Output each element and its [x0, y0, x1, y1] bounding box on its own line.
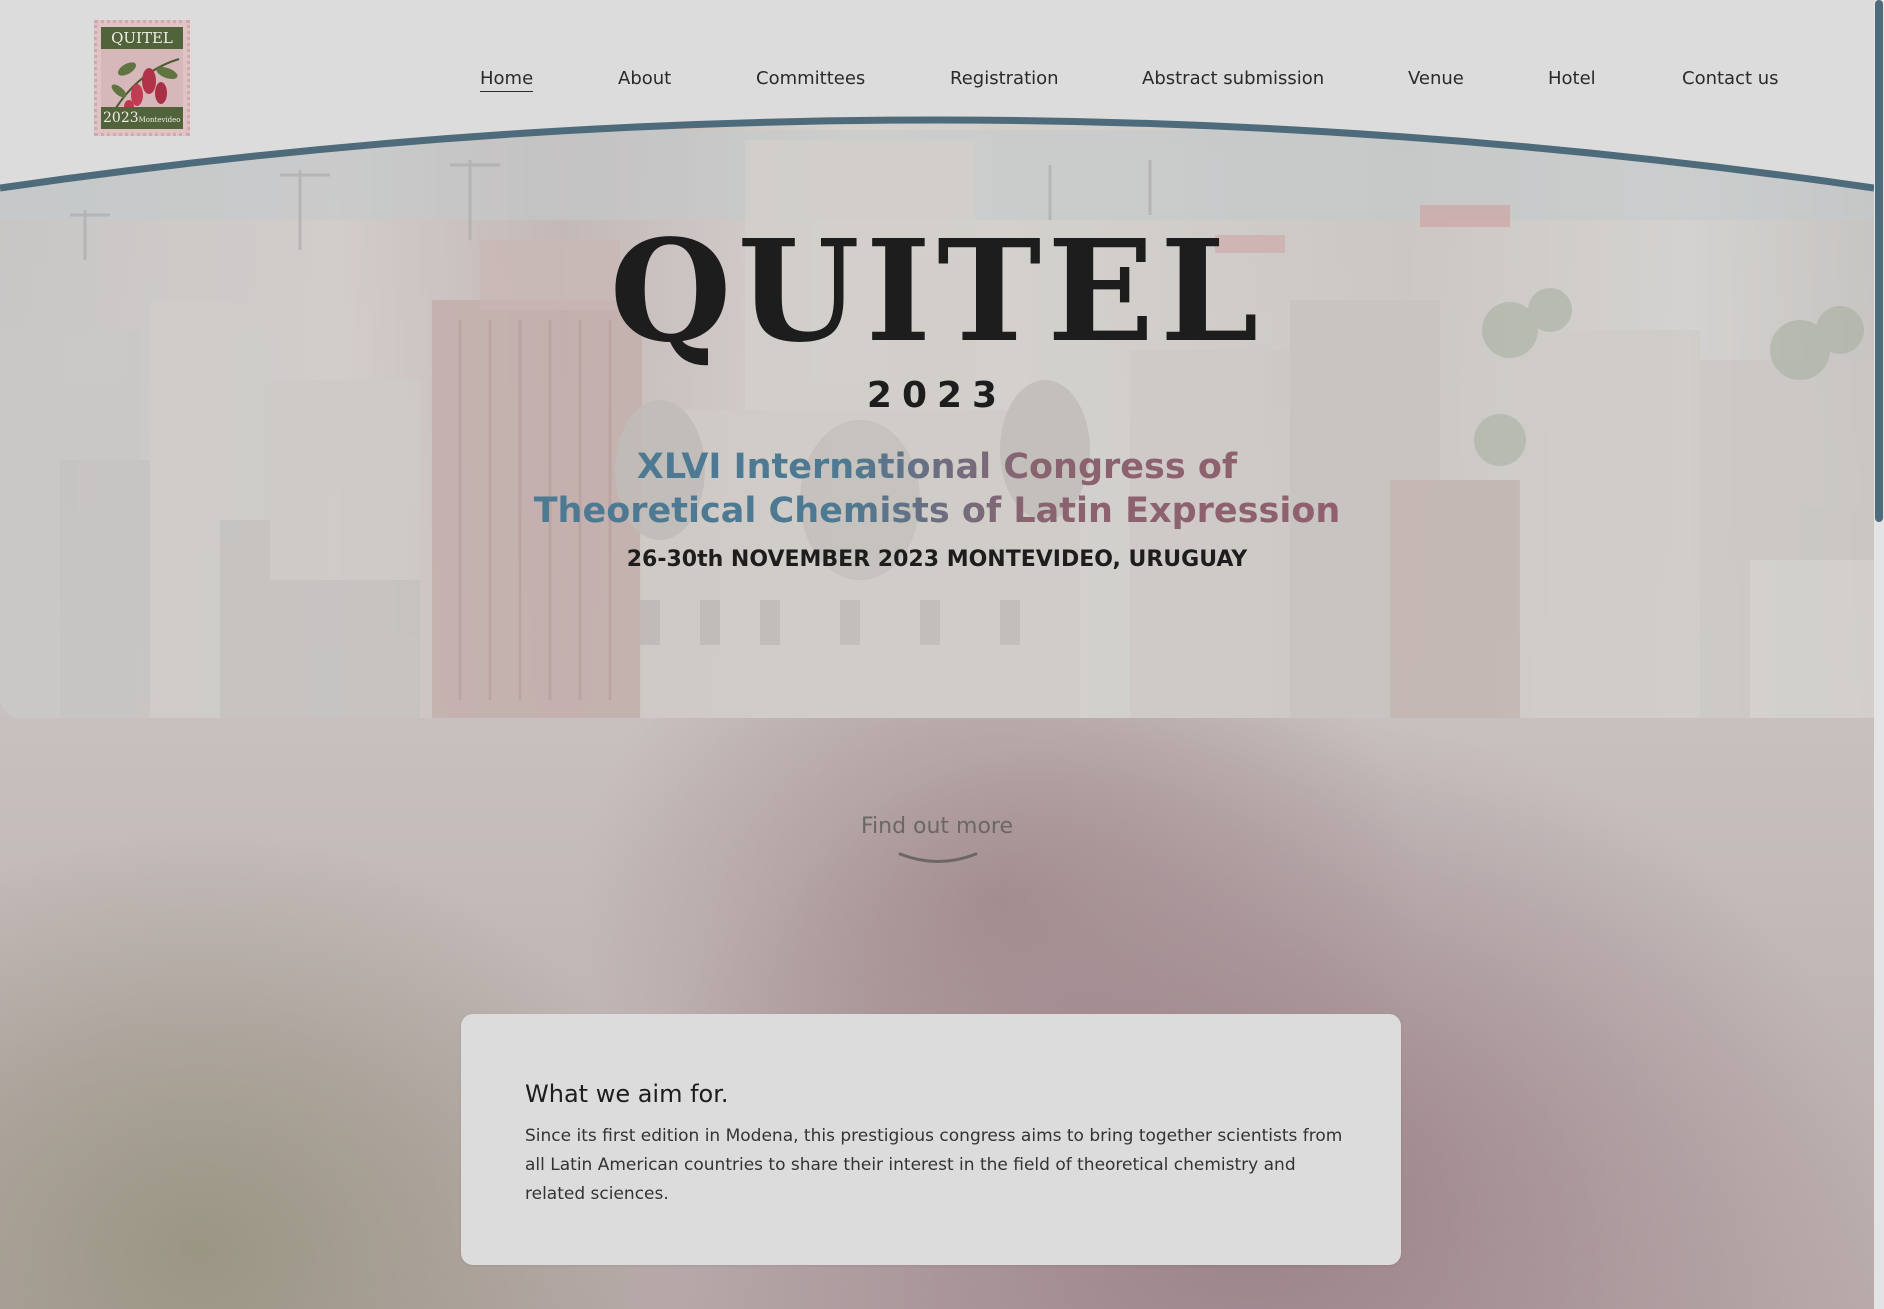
logo-title: QUITEL — [101, 27, 183, 49]
hero-date-location: 26-30th NOVEMBER 2023 MONTEVIDEO, URUGUA… — [626, 547, 1248, 572]
quitel-logo-stamp[interactable]: QUITEL 2023Montevideo — [94, 20, 190, 136]
hero-year: 2023 — [866, 375, 1008, 416]
aim-card-title: What we aim for. — [525, 1080, 729, 1108]
page-scrollbar[interactable] — [1874, 0, 1884, 1309]
logo-footer: 2023Montevideo — [101, 107, 183, 129]
logo-year: 2023 — [103, 110, 139, 126]
nav-home[interactable]: Home — [480, 68, 534, 92]
ceibo-flower-icon — [111, 58, 180, 114]
nav-about[interactable]: About — [618, 68, 671, 89]
hero-subtitle-line2: Theoretical Chemists of Latin Expression — [533, 491, 1341, 531]
find-out-more-link[interactable]: Find out more — [0, 814, 1874, 839]
hero-title: QUITEL — [609, 210, 1265, 374]
scrollbar-thumb[interactable] — [1875, 0, 1883, 522]
hero-subtitle-line1: XLVI International Congress of — [636, 447, 1238, 487]
nav-contact-us[interactable]: Contact us — [1682, 68, 1779, 89]
aim-card-body: Since its first edition in Modena, this … — [525, 1126, 1343, 1204]
find-out-more-label: Find out more — [860, 814, 1014, 839]
nav-abstract-submission[interactable]: Abstract submission — [1142, 68, 1324, 89]
nav-committees[interactable]: Committees — [756, 68, 865, 89]
chevron-down-icon[interactable] — [898, 851, 978, 867]
hero-section: QUITEL 2023Montevideo Home About Committ… — [0, 0, 1874, 718]
header-curve-band — [0, 0, 1874, 192]
logo-city: Montevideo — [138, 116, 181, 124]
nav-registration[interactable]: Registration — [950, 68, 1059, 89]
logo-stamp-body: QUITEL 2023Montevideo — [101, 27, 183, 129]
nav-venue[interactable]: Venue — [1408, 68, 1464, 89]
nav-hotel[interactable]: Hotel — [1548, 68, 1596, 89]
hero-subtitle: XLVI International Congress of Theoretic… — [0, 445, 1874, 533]
aim-card: What we aim for. Since its first edition… — [461, 1014, 1401, 1265]
